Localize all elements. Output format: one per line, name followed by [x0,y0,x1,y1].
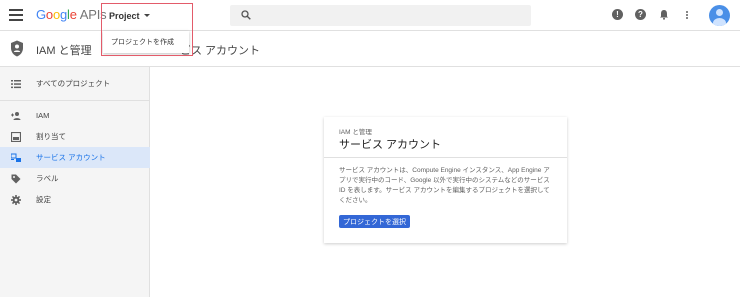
create-project-label: プロジェクトを作成 [111,39,174,46]
logo-letter: G [36,7,46,22]
sidebar-item-label: サービス アカウント [36,153,106,162]
card-description: サービス アカウントは、Compute Engine インスタンス、App En… [339,167,550,204]
more-vert-icon[interactable] [681,9,692,20]
sidebar-item-label: IAM [36,111,50,120]
sidebar-divider [0,100,150,101]
sidebar: すべてのプロジェクト IAM 割り当て サービス アカウント ラベル 設定 [0,67,150,297]
list-icon [11,79,21,88]
card-title: サービス アカウント [339,139,442,151]
notifications-icon[interactable] [658,9,669,20]
account-avatar[interactable] [709,5,730,26]
help-icon[interactable]: ? [635,9,646,20]
google-apis-logo[interactable]: Google APIs [36,7,107,22]
search-bar[interactable] [230,5,531,26]
alert-icon[interactable]: ! [612,9,623,20]
quota-icon [11,131,21,142]
select-project-label: プロジェクトを選択 [343,218,406,226]
sidebar-item-label: すべてのプロジェクト [36,79,111,88]
select-project-button[interactable]: プロジェクトを選択 [339,215,410,228]
shield-icon [11,40,23,57]
project-selector-label: Project [109,10,140,21]
sidebar-item-label: 設定 [36,195,51,204]
label-icon [11,174,21,183]
sidebar-item-labels[interactable]: ラベル [0,168,150,189]
page-title: ビス アカウント [180,45,261,57]
top-app-bar: Google APIs Project ! ? [0,0,740,31]
search-icon [241,10,251,20]
sidebar-item-service-accounts[interactable]: サービス アカウント [0,147,150,168]
card-subtitle: IAM と管理 [339,129,372,136]
section-title: IAM と管理 [36,45,92,57]
sidebar-item-label: ラベル [36,174,59,183]
service-account-icon [11,153,21,162]
sidebar-item-all-projects[interactable]: すべてのプロジェクト [0,73,150,94]
gear-icon [11,194,21,205]
logo-letter: o [52,7,60,22]
menu-icon[interactable] [9,9,23,21]
logo-letter: g [59,7,68,22]
sidebar-item-label: 割り当て [36,132,66,141]
sidebar-item-iam[interactable]: IAM [0,105,150,126]
logo-letter: e [69,7,77,22]
card-divider [324,157,567,158]
service-account-card: IAM と管理 サービス アカウント サービス アカウントは、Compute E… [324,117,567,243]
sidebar-item-settings[interactable]: 設定 [0,189,150,210]
create-project-menu-item[interactable]: プロジェクトを作成 [103,31,189,53]
project-selector[interactable]: Project [103,6,156,25]
sidebar-item-quotas[interactable]: 割り当て [0,126,150,147]
logo-letter: o [45,7,53,22]
person-add-icon [11,111,21,120]
caret-down-icon [143,14,150,17]
